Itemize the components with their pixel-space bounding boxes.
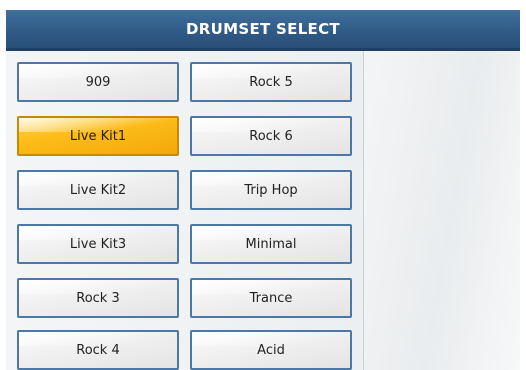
column-divider bbox=[363, 51, 364, 370]
drumset-label: Trance bbox=[249, 290, 293, 306]
drumset-button-live-kit2[interactable]: Live Kit2 bbox=[17, 170, 179, 210]
drumset-list-panel: 909 Live Kit1 Live Kit2 Live Kit3 Rock 3… bbox=[6, 51, 520, 370]
drumset-button-minimal[interactable]: Minimal bbox=[190, 224, 352, 264]
drumset-label: Acid bbox=[257, 342, 285, 358]
drumset-button-909[interactable]: 909 bbox=[17, 62, 179, 102]
drumset-label: Live Kit1 bbox=[69, 128, 127, 144]
preview-area bbox=[364, 51, 520, 370]
header-title-bar: DRUMSET SELECT bbox=[6, 10, 520, 51]
drumset-button-live-kit1[interactable]: Live Kit1 bbox=[17, 116, 179, 156]
drumset-button-rock-4[interactable]: Rock 4 bbox=[17, 330, 179, 370]
drumset-button-rock-5[interactable]: Rock 5 bbox=[190, 62, 352, 102]
drumset-button-trance[interactable]: Trance bbox=[190, 278, 352, 318]
drumset-label: Rock 6 bbox=[249, 128, 293, 144]
page-title: DRUMSET SELECT bbox=[186, 20, 340, 38]
drumset-button-live-kit3[interactable]: Live Kit3 bbox=[17, 224, 179, 264]
drumset-label: 909 bbox=[85, 74, 111, 90]
drumset-button-rock-3[interactable]: Rock 3 bbox=[17, 278, 179, 318]
drumset-label: Trip Hop bbox=[244, 182, 298, 198]
drumset-label: Rock 5 bbox=[249, 74, 293, 90]
drumset-label: Live Kit2 bbox=[69, 182, 127, 198]
drumset-label: Rock 4 bbox=[76, 342, 120, 358]
drumset-button-acid[interactable]: Acid bbox=[190, 330, 352, 370]
drumset-button-rock-6[interactable]: Rock 6 bbox=[190, 116, 352, 156]
drumset-label: Live Kit3 bbox=[69, 236, 127, 252]
drumset-label: Rock 3 bbox=[76, 290, 120, 306]
drumset-label: Minimal bbox=[245, 236, 297, 252]
drumset-button-trip-hop[interactable]: Trip Hop bbox=[190, 170, 352, 210]
